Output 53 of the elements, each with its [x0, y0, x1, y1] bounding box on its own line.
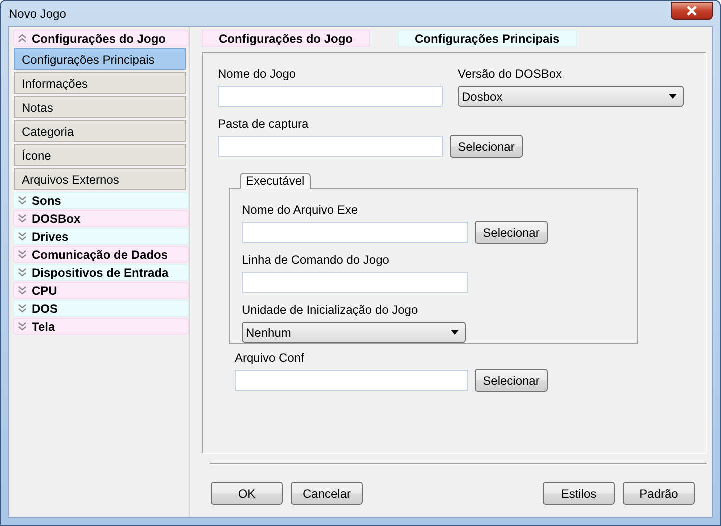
- dropdown[interactable]: Nenhum: [242, 322, 466, 343]
- select-button[interactable]: Selecionar: [475, 369, 548, 392]
- sidebar-item[interactable]: Configurações Principais: [14, 48, 186, 70]
- group-tab[interactable]: Executável: [240, 173, 311, 189]
- sidebar-group-header[interactable]: Dispositivos de Entrada: [13, 264, 189, 281]
- field-label: Nome do Arquivo Exe: [242, 203, 360, 218]
- input-field[interactable]: [242, 272, 468, 293]
- dropdown[interactable]: Dosbox: [458, 86, 684, 107]
- input-field[interactable]: [235, 370, 468, 391]
- sidebar-item[interactable]: Ícone: [14, 144, 186, 166]
- dialog-button[interactable]: Padrão: [623, 482, 695, 505]
- input-field[interactable]: [218, 136, 443, 157]
- chevron-icon: [18, 286, 27, 295]
- sidebar-item[interactable]: Categoria: [14, 120, 186, 142]
- window-title: Novo Jogo: [8, 6, 66, 20]
- dialog-button[interactable]: Cancelar: [291, 482, 363, 505]
- input-field[interactable]: [218, 86, 443, 107]
- sidebar-group-header[interactable]: CPU: [13, 282, 189, 299]
- sidebar-group-header[interactable]: Drives: [13, 228, 189, 245]
- dropdown-arrow-icon: [669, 94, 677, 99]
- sidebar-group-header[interactable]: DOS: [13, 300, 189, 317]
- breadcrumb-label: Configurações Principais: [398, 30, 577, 47]
- select-button[interactable]: Selecionar: [475, 221, 548, 244]
- field-label: Unidade de Inicialização do Jogo: [242, 303, 420, 318]
- field-label: Linha de Comando do Jogo: [242, 253, 390, 268]
- field-label: Arquivo Conf: [235, 351, 306, 366]
- dialog-button[interactable]: Estilos: [543, 482, 615, 505]
- input-field[interactable]: [242, 222, 468, 243]
- sidebar-item[interactable]: Notas: [14, 96, 186, 118]
- chevron-icon: [18, 214, 27, 223]
- breadcrumb-label: Configurações do Jogo: [202, 30, 370, 47]
- chevron-icon: [18, 196, 27, 205]
- dialog-button[interactable]: OK: [211, 482, 283, 505]
- select-button[interactable]: Selecionar: [450, 135, 523, 158]
- chevron-icon: [18, 250, 27, 259]
- close-button[interactable]: [671, 2, 713, 20]
- sidebar-item[interactable]: Arquivos Externos: [14, 168, 186, 190]
- sidebar-item[interactable]: Informações: [14, 72, 186, 94]
- chevron-icon: [18, 322, 27, 331]
- dropdown-arrow-icon: [451, 330, 459, 335]
- sidebar-group-header[interactable]: Configurações do Jogo: [13, 30, 189, 47]
- chevron-icon: [18, 34, 27, 43]
- chevron-icon: [18, 268, 27, 277]
- field-label: Nome do Jogo: [218, 67, 296, 82]
- field-label: Pasta de captura: [218, 117, 309, 132]
- field-label: Versão do DOSBox: [458, 67, 562, 82]
- sidebar-group-header[interactable]: Tela: [13, 318, 189, 335]
- close-icon: [686, 6, 698, 16]
- chevron-icon: [18, 304, 27, 313]
- chevron-icon: [18, 232, 27, 241]
- sidebar-group-header[interactable]: DOSBox: [13, 210, 189, 227]
- sidebar-group-header[interactable]: Comunicação de Dados: [13, 246, 189, 263]
- sidebar-group-header[interactable]: Sons: [13, 192, 189, 209]
